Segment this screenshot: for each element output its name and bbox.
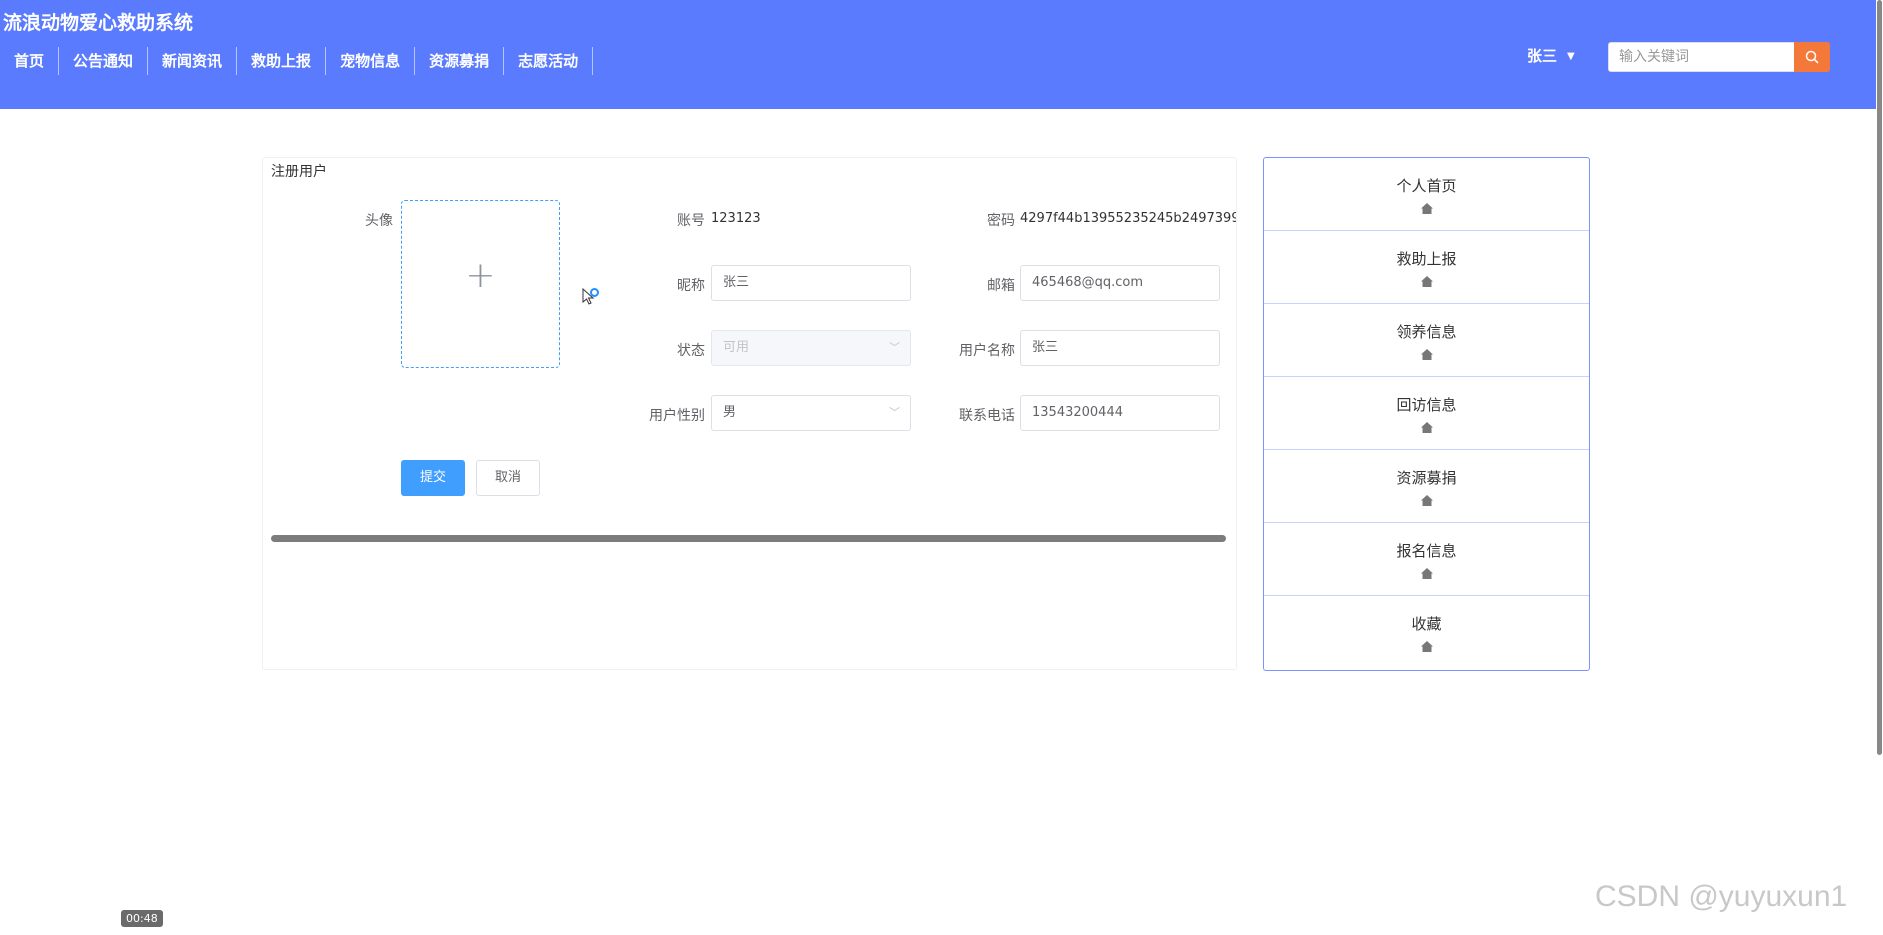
horizontal-scrollbar[interactable] bbox=[271, 535, 1226, 542]
user-name: 张三 bbox=[1527, 47, 1558, 65]
account-label: 账号 bbox=[677, 213, 705, 229]
nav-item-home[interactable]: 首页 bbox=[0, 47, 60, 75]
side-item-favorites[interactable]: 收藏 bbox=[1264, 596, 1589, 669]
password-label: 密码 bbox=[987, 213, 1015, 229]
page-scrollbar[interactable] bbox=[1876, 0, 1883, 935]
nickname-label: 昵称 bbox=[677, 278, 705, 294]
password-value: 4297f44b13955235245b2497399d7a9 bbox=[1020, 211, 1237, 226]
home-icon bbox=[1264, 200, 1589, 214]
gender-select[interactable]: 男 ﹀ bbox=[711, 395, 911, 431]
side-item-rescue-report[interactable]: 救助上报 bbox=[1264, 231, 1589, 304]
main-nav: 首页 公告通知 新闻资讯 救助上报 宠物信息 资源募捐 志愿活动 bbox=[0, 47, 594, 79]
nav-item-rescue-report[interactable]: 救助上报 bbox=[237, 47, 327, 75]
nav-item-pet-info[interactable]: 宠物信息 bbox=[326, 47, 416, 75]
avatar-label: 头像 bbox=[365, 213, 393, 229]
top-header: 流浪动物爱心救助系统 首页 公告通知 新闻资讯 救助上报 宠物信息 资源募捐 志… bbox=[0, 0, 1876, 109]
caret-down-icon: ▼ bbox=[1567, 51, 1575, 62]
nav-item-notices[interactable]: 公告通知 bbox=[59, 47, 149, 75]
nav-item-news[interactable]: 新闻资讯 bbox=[148, 47, 238, 75]
side-item-label: 回访信息 bbox=[1396, 396, 1457, 414]
search-icon bbox=[1805, 50, 1819, 64]
side-item-follow-up-info[interactable]: 回访信息 bbox=[1264, 377, 1589, 450]
watermark: CSDN @yuyuxun1 bbox=[1595, 880, 1848, 913]
nav-item-volunteer[interactable]: 志愿活动 bbox=[504, 47, 594, 75]
form-title: 注册用户 bbox=[271, 164, 327, 180]
status-select: 可用 ﹀ bbox=[711, 330, 911, 366]
phone-label: 联系电话 bbox=[959, 408, 1015, 424]
email-field[interactable]: 465468@qq.com bbox=[1020, 265, 1220, 301]
nickname-field[interactable]: 张三 bbox=[711, 265, 911, 301]
side-item-signup-info[interactable]: 报名信息 bbox=[1264, 523, 1589, 596]
side-item-personal-home[interactable]: 个人首页 bbox=[1264, 158, 1589, 231]
plus-icon: + bbox=[465, 255, 496, 296]
side-item-label: 收藏 bbox=[1411, 615, 1442, 633]
chevron-down-icon: ﹀ bbox=[889, 406, 900, 419]
status-label: 状态 bbox=[677, 343, 705, 359]
side-item-donation[interactable]: 资源募捐 bbox=[1264, 450, 1589, 523]
home-icon bbox=[1264, 492, 1589, 506]
cursor-icon bbox=[582, 288, 599, 305]
home-icon bbox=[1264, 346, 1589, 360]
cancel-button[interactable]: 取消 bbox=[476, 460, 540, 496]
gender-label: 用户性别 bbox=[649, 408, 705, 424]
home-icon bbox=[1264, 273, 1589, 287]
video-time-badge: 00:48 bbox=[121, 910, 163, 927]
avatar-upload[interactable]: + bbox=[401, 200, 560, 368]
username-field[interactable]: 张三 bbox=[1020, 330, 1220, 366]
side-item-label: 领养信息 bbox=[1396, 323, 1457, 341]
username-label: 用户名称 bbox=[959, 343, 1015, 359]
email-label: 邮箱 bbox=[987, 278, 1015, 294]
home-icon bbox=[1264, 419, 1589, 433]
phone-field[interactable]: 13543200444 bbox=[1020, 395, 1220, 431]
side-item-label: 个人首页 bbox=[1396, 177, 1457, 195]
status-value: 可用 bbox=[723, 340, 750, 355]
account-value: 123123 bbox=[711, 211, 761, 226]
search-button[interactable] bbox=[1794, 42, 1830, 72]
chevron-down-icon: ﹀ bbox=[889, 341, 900, 354]
nav-item-donation[interactable]: 资源募捐 bbox=[415, 47, 505, 75]
submit-button[interactable]: 提交 bbox=[401, 460, 465, 496]
side-item-label: 报名信息 bbox=[1396, 542, 1457, 560]
side-menu: 个人首页 救助上报 领养信息 回访信息 资源募捐 报名信息 收藏 bbox=[1263, 157, 1590, 671]
side-item-label: 救助上报 bbox=[1396, 250, 1457, 268]
site-title: 流浪动物爱心救助系统 bbox=[3, 12, 194, 34]
register-form-card: 注册用户 头像 + 账号 123123 密码 4297f44b139552352… bbox=[262, 157, 1237, 670]
page-scrollbar-thumb[interactable] bbox=[1877, 0, 1882, 755]
side-item-label: 资源募捐 bbox=[1396, 469, 1457, 487]
home-icon bbox=[1264, 638, 1589, 652]
side-item-adoption-info[interactable]: 领养信息 bbox=[1264, 304, 1589, 377]
gender-value: 男 bbox=[723, 405, 737, 420]
user-dropdown[interactable]: 张三 ▼ bbox=[1527, 45, 1575, 66]
home-icon bbox=[1264, 565, 1589, 579]
search-input[interactable] bbox=[1608, 42, 1795, 72]
